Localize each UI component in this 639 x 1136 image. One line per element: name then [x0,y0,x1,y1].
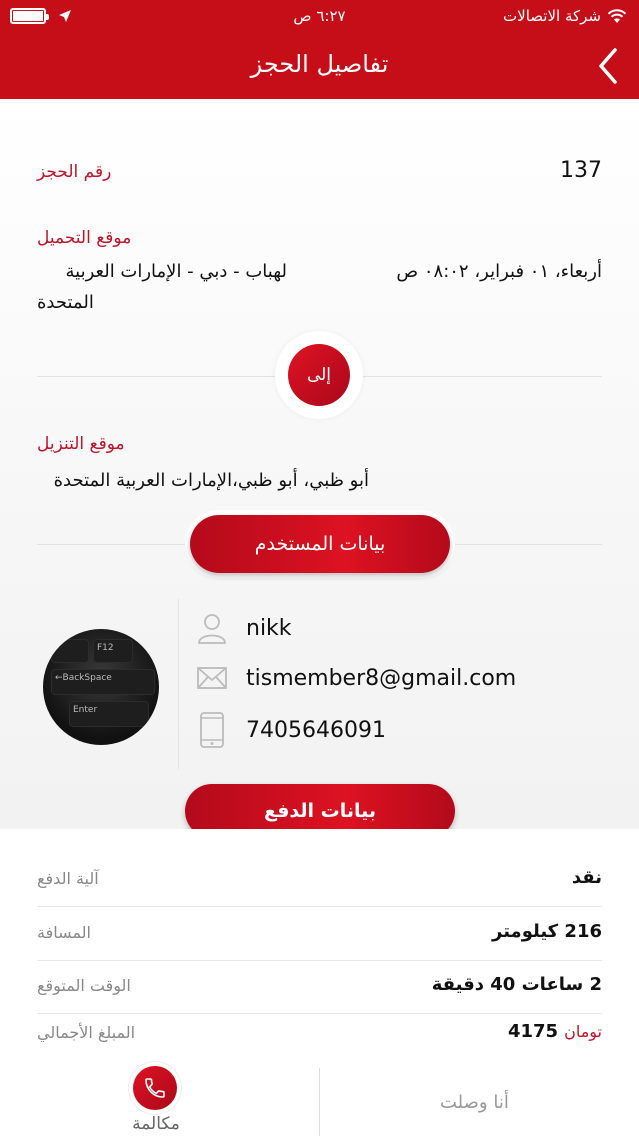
bottom-action-bar: مكالمة أنا وصلت [0,1062,639,1136]
booking-number-value: 137 [560,158,602,183]
back-chevron-icon [599,48,617,84]
call-label[interactable]: مكالمة [125,1114,187,1134]
payment-row: المسافة 216 كيلومتر [37,909,602,961]
avatar-key: Enter [69,701,149,727]
avatar-key: F12 [93,639,133,663]
user-section-title: بيانات المستخدم [190,515,450,573]
call-button[interactable] [133,1066,177,1110]
row-divider [37,906,602,907]
booking-details: رقم الحجز 137 موقع التحميل أربعاء، ٠١ فب… [0,99,639,838]
status-carrier-group: شركة الاتصالات [503,7,627,25]
call-icon [145,1078,165,1098]
payment-method-label: آلية الدفع [37,869,99,888]
payment-method-value: نقد [571,867,602,888]
user-email-row: tismember8@gmail.com [196,661,516,695]
wifi-icon [607,8,627,23]
status-bar: ٦:٢٧ ص شركة الاتصالات [0,0,639,36]
user-name-row: nikk [196,611,292,645]
user-phone[interactable]: 7405646091 [246,718,386,743]
phone-icon [196,712,228,748]
pickup-label: موقع التحميل [37,228,132,248]
total-amount-number: 4175 [507,1021,559,1042]
arrived-button[interactable]: أنا وصلت [440,1092,509,1113]
pickup-address-line1: لهباب - دبي - الإمارات العربية [65,261,288,282]
avatar-key [51,639,89,663]
expected-time-value: 2 ساعات 40 دقيقة [431,974,602,995]
total-amount-label: المبلغ الأجمالي [37,1023,136,1042]
carrier-name: شركة الاتصالات [503,7,601,25]
payment-row: المبلغ الأجمالي تومان 4175 [37,1009,602,1061]
avatar-key: ←BackSpace [51,669,155,695]
pickup-datetime: أربعاء، ٠١ فبراير، ٠٨:٠٢ ص [396,261,602,282]
pickup-address-line2: المتحدة [37,292,94,313]
dropoff-label: موقع التنزيل [37,434,125,454]
to-label: إلى [288,344,350,406]
user-phone-row: 7405646091 [196,712,386,748]
bottom-separator [319,1068,320,1136]
payment-row: آلية الدفع نقد [37,855,602,907]
expected-time-label: الوقت المتوقع [37,976,131,995]
user-email[interactable]: tismember8@gmail.com [246,666,516,691]
total-amount-value: تومان 4175 [508,1021,602,1042]
vertical-separator [178,599,179,769]
distance-label: المسافة [37,923,91,942]
payment-row: الوقت المتوقع 2 ساعات 40 دقيقة [37,962,602,1014]
mail-icon [196,661,228,695]
user-name: nikk [246,615,292,641]
nav-bar: تفاصيل الحجز [0,36,639,99]
user-section-header: بيانات المستخدم [185,510,455,578]
avatar: F12 ←BackSpace Enter [43,629,159,745]
row-divider [37,960,602,961]
to-badge: إلى [275,331,363,419]
back-button[interactable] [595,44,625,88]
page-title: تفاصيل الحجز [250,50,389,78]
currency-label: تومان [564,1022,602,1041]
dropoff-address: أبو ظبي، أبو ظبي،الإمارات العربية المتحد… [53,470,369,491]
user-icon [196,611,228,645]
booking-number-label: رقم الحجز [37,162,112,182]
distance-value: 216 كيلومتر [492,921,602,942]
